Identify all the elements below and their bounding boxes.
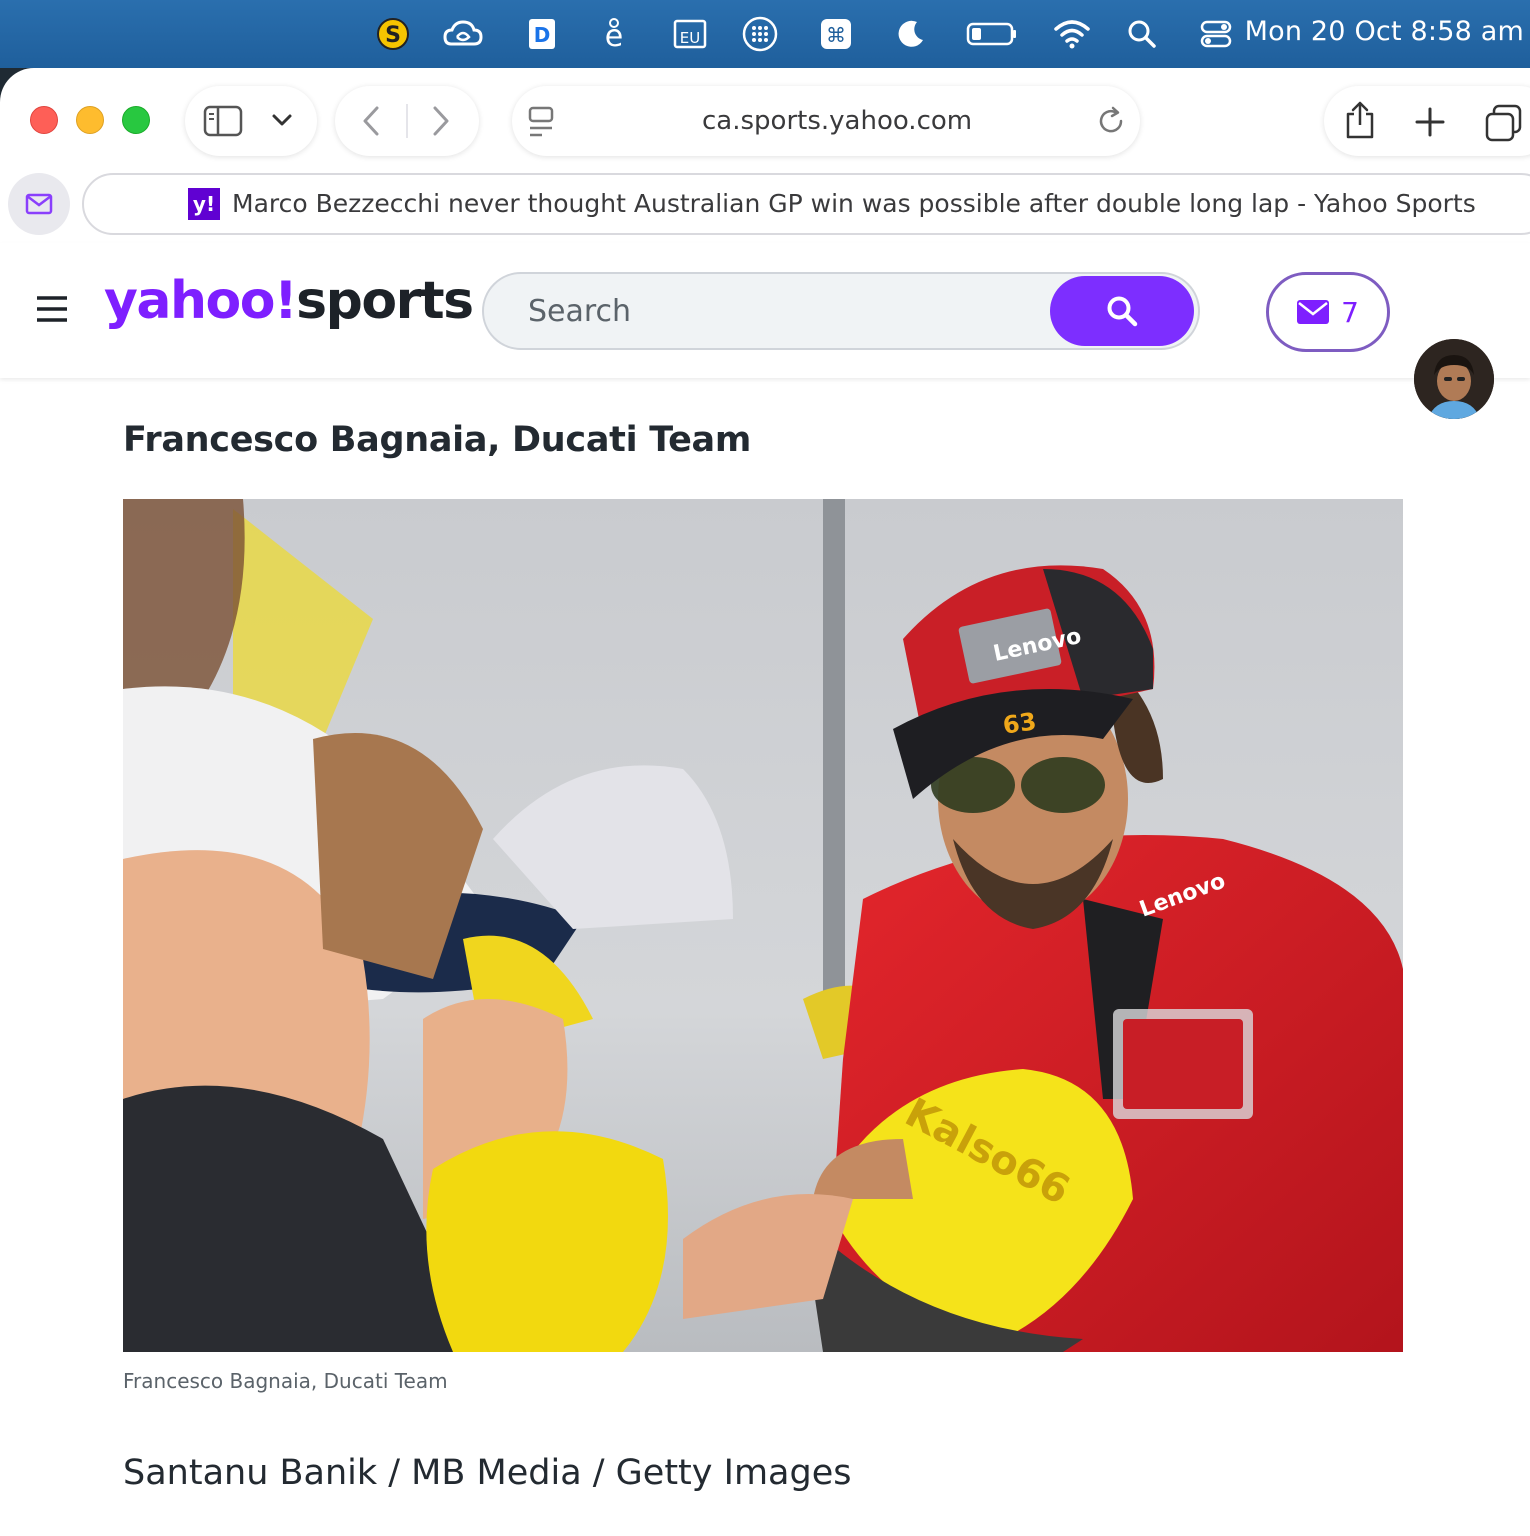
spotlight-search-icon[interactable] [1122,14,1162,54]
svg-text:D: D [534,23,551,47]
article-heading: Francesco Bagnaia, Ducati Team [123,420,752,460]
tab-bar: y! Marco Bezzecchi never thought Austral… [0,168,1530,246]
photo-caption: Francesco Bagnaia, Ducati Team [123,1369,448,1393]
moon-icon[interactable] [891,14,931,54]
photo-credit: Santanu Banik / MB Media / Getty Images [123,1453,852,1493]
yahoo-sports-logo[interactable]: yahoo!sports [104,271,474,331]
page-menu-icon[interactable] [528,106,556,143]
scrooge-s-icon[interactable]: S [373,14,413,54]
navigation-group [335,86,479,156]
search-icon [1107,296,1138,327]
back-chevron-icon[interactable] [359,104,383,143]
svg-text:EU: EU [680,29,700,47]
search-input[interactable] [528,290,1028,332]
sidebar-toggle-group [185,86,317,156]
menubar-clock[interactable]: Mon 20 Oct 8:58 am [1245,16,1524,47]
photo-illustration: Lenovo 63 Lenovo Kalso66 [123,499,1403,1352]
eu-icon[interactable]: EU [670,14,710,54]
tab-overview-icon[interactable] [1484,104,1524,147]
search-button[interactable] [1050,276,1194,346]
search-bar [482,272,1200,350]
sidebar-icon[interactable] [203,104,243,143]
share-icon[interactable] [1344,100,1376,145]
reload-icon[interactable] [1096,106,1126,141]
address-bar[interactable]: ca.sports.yahoo.com [512,86,1140,156]
control-center-icon[interactable] [1196,14,1236,54]
avatar[interactable] [1414,339,1494,419]
command-key-icon[interactable]: ⌘ [816,14,856,54]
svg-text:S: S [385,23,401,48]
svg-text:e: e [605,19,623,52]
battery-icon[interactable] [966,14,1018,54]
minimize-window-button[interactable] [76,106,104,134]
address-text[interactable]: ca.sports.yahoo.com [702,106,972,136]
hamburger-menu-icon[interactable] [36,295,68,328]
close-window-button[interactable] [30,106,58,134]
forward-chevron-icon[interactable] [429,104,453,143]
mail-icon [1297,300,1330,324]
photo-cap-number-text: 63 [1001,707,1038,739]
mail-count: 7 [1341,295,1359,329]
yahoo-favicon-icon: y! [188,188,220,220]
dots-grid-icon[interactable] [740,14,780,54]
toolbar-actions-group [1324,86,1530,156]
dash-d-icon[interactable]: D [522,14,562,54]
wifi-icon[interactable] [1052,14,1092,54]
article-photo[interactable]: Lenovo 63 Lenovo Kalso66 [123,499,1403,1352]
creative-cloud-icon[interactable] [443,14,483,54]
edge-e-icon[interactable]: e [594,14,634,54]
logo-yahoo: yahoo! [104,271,298,331]
mail-counter-button[interactable]: 7 [1266,272,1390,352]
tab-active[interactable]: y! Marco Bezzecchi never thought Austral… [82,173,1530,235]
svg-text:⌘: ⌘ [826,23,846,47]
new-tab-plus-icon[interactable] [1414,106,1446,143]
browser-toolbar: ca.sports.yahoo.com [0,68,1530,168]
chevron-down-icon[interactable] [271,110,293,135]
tab-title: Marco Bezzecchi never thought Australian… [232,189,1476,218]
logo-sports: sports [296,271,474,331]
tab-group-mail-icon[interactable] [8,173,70,235]
zoom-window-button[interactable] [122,106,150,134]
macos-menu-bar: S D e EU ⌘ Mon 20 Oct 8:58 am [0,0,1530,68]
